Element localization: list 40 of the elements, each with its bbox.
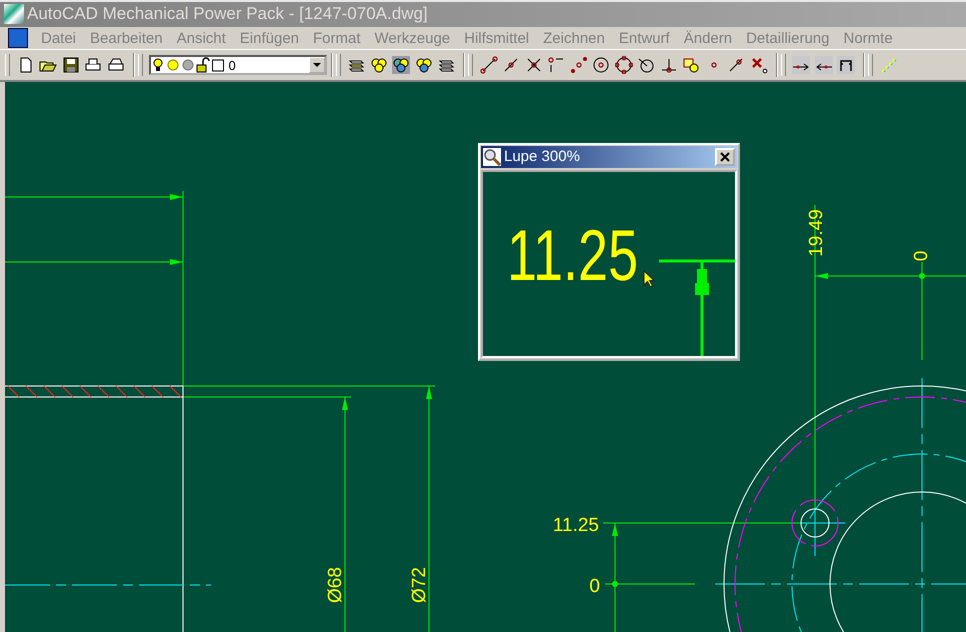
window-title: AutoCAD Mechanical Power Pack - [1247-070A.dwg] (27, 4, 428, 24)
dropdown-button[interactable] (308, 57, 324, 74)
caret-icon (312, 63, 320, 68)
menu-item[interactable]: Zeichnen (536, 30, 612, 47)
menu-item[interactable]: Hilfsmittel (457, 30, 536, 47)
dimension-text: 0 (911, 250, 932, 262)
dimension-text: Ø68 (325, 567, 346, 603)
menu-item[interactable]: Format (306, 30, 368, 47)
cross-icon[interactable] (749, 55, 768, 76)
save-icon[interactable] (61, 55, 80, 76)
magnifier-title: Lupe 300% (504, 148, 581, 166)
cursor-icon (643, 270, 655, 288)
close-button[interactable] (715, 148, 735, 166)
line-endpoint-icon[interactable] (479, 55, 498, 76)
layer-dropdown[interactable]: 0 (148, 55, 326, 76)
menu-item[interactable]: Bearbeiten (83, 30, 170, 47)
arrow-left-icon[interactable] (814, 55, 833, 76)
bracket-icon[interactable] (836, 55, 856, 76)
magnifier-icon (483, 148, 501, 166)
dimension-text: 19.49 (806, 209, 827, 257)
app-icon (4, 4, 24, 24)
arrow-right-icon[interactable] (792, 55, 810, 76)
menu-item[interactable]: Entwurf (612, 30, 677, 47)
menu-item[interactable]: Ansicht (170, 30, 233, 47)
menu-item[interactable]: Ändern (676, 30, 740, 47)
menu-item[interactable]: Werkzeuge (368, 30, 458, 47)
center-circle-icon[interactable] (592, 55, 610, 76)
menu-item[interactable]: Normte (836, 30, 900, 47)
padlock-icon[interactable] (196, 56, 210, 74)
menu-item[interactable]: Einfügen (232, 30, 306, 47)
menu-item[interactable]: Datei (34, 30, 84, 47)
magnified-dimension-text: 11.25 (507, 220, 638, 292)
dimension-text: 0 (589, 576, 600, 597)
dimension-text: 11.25 (552, 514, 599, 536)
quadrant-circle-icon[interactable] (614, 55, 633, 76)
dimension-text: Ø72 (409, 567, 430, 603)
close-icon (720, 152, 730, 162)
dotted-line-icon[interactable] (569, 55, 588, 76)
layers-icon[interactable] (392, 55, 410, 76)
menu-item[interactable]: Detaillierung (739, 30, 836, 47)
